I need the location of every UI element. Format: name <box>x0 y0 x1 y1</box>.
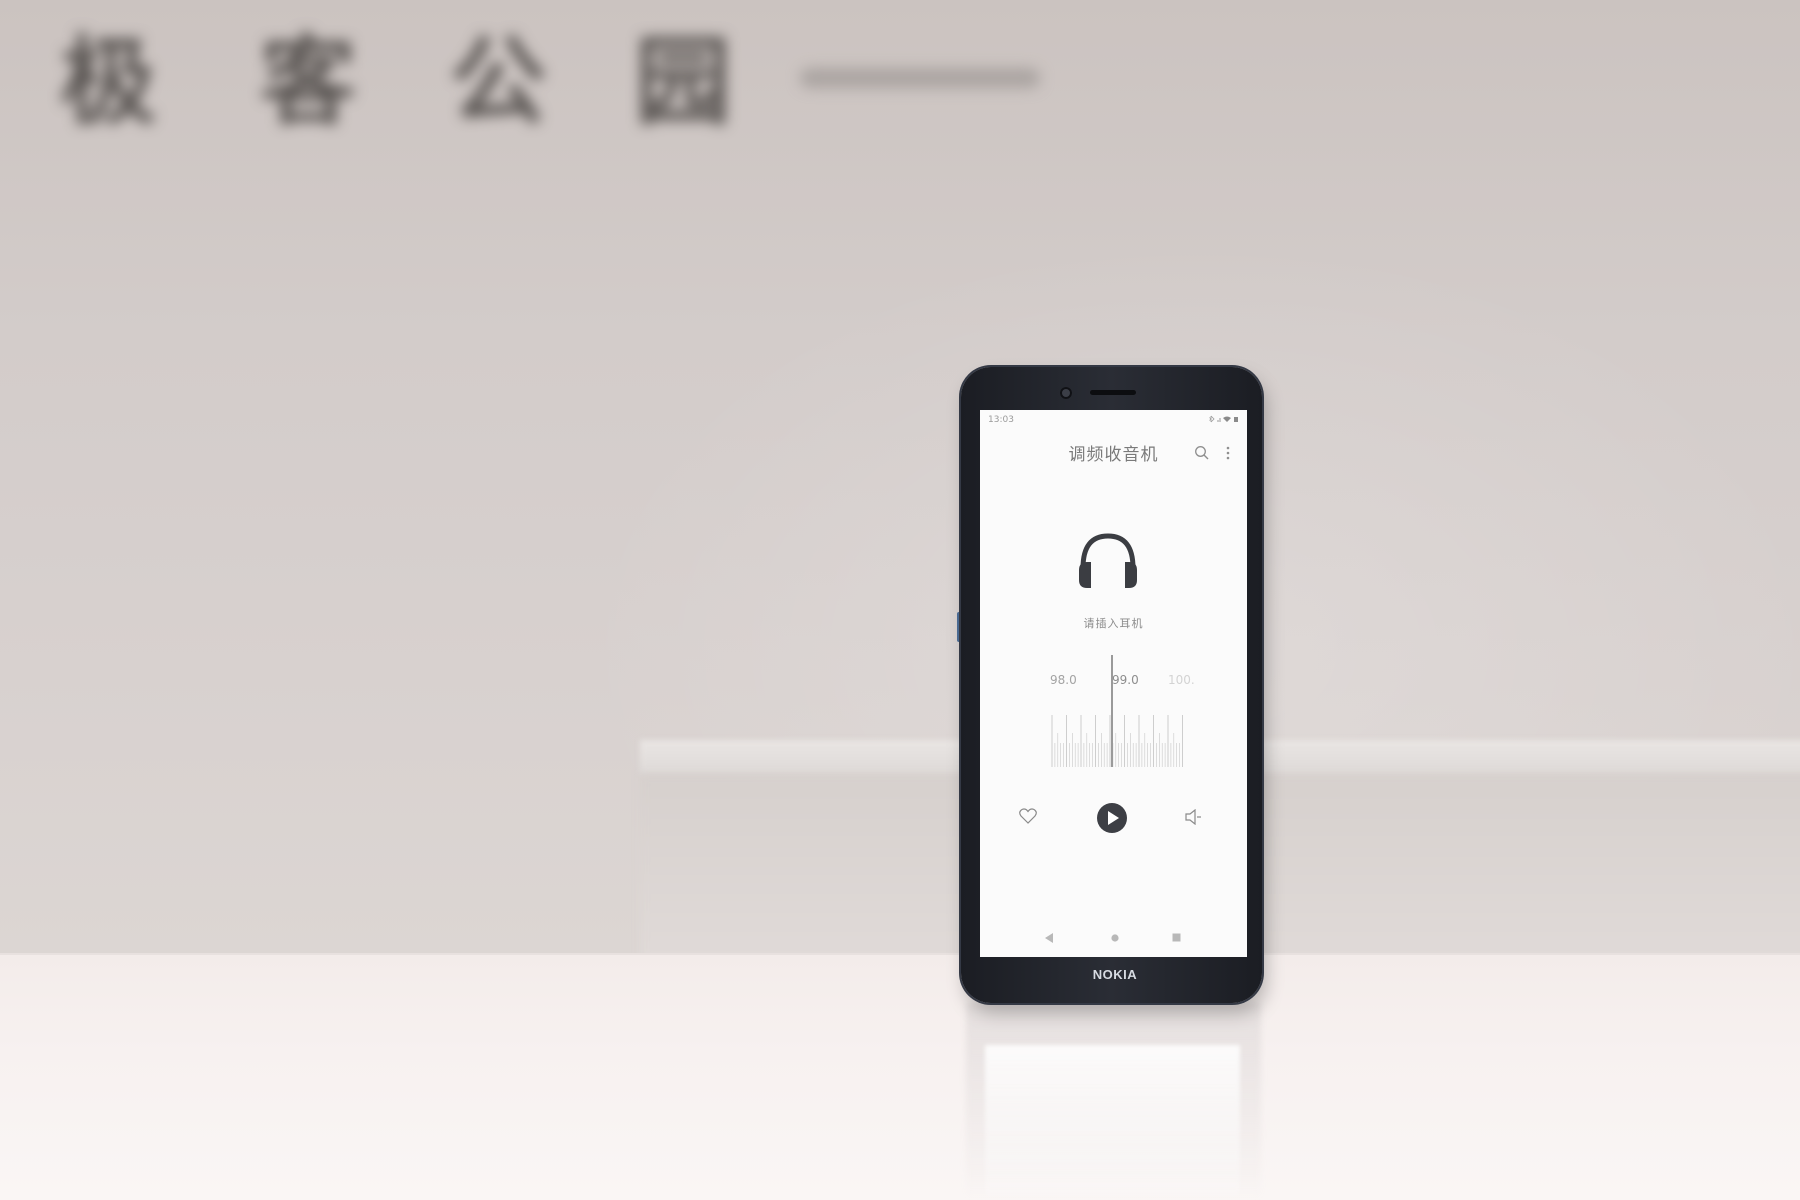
sign-char-1: 极 <box>60 26 156 138</box>
sign-char-4: 园 <box>635 26 731 138</box>
insert-headphones-hint: 请插入耳机 <box>1083 617 1144 630</box>
sign-char-2: 客 <box>260 26 356 138</box>
battery-icon <box>1234 417 1238 422</box>
tuner-needle[interactable] <box>1111 655 1113 767</box>
signal-icon <box>1217 418 1221 422</box>
photo-scene: 极 客 公 园 NOKIA 13:03 调频收音机 请插入耳机 98.0 99.… <box>0 0 1800 1200</box>
sign-char-3: 公 <box>450 26 546 138</box>
screen-reflection <box>985 1045 1240 1195</box>
more-vertical-icon[interactable] <box>1225 445 1231 461</box>
home-icon[interactable] <box>1111 934 1119 942</box>
bluetooth-icon <box>1209 415 1215 423</box>
table-surface <box>0 955 1800 1200</box>
status-icons <box>1209 415 1239 423</box>
back-icon[interactable] <box>1044 932 1054 944</box>
frequency-label: 98.0 <box>1050 673 1077 687</box>
sign-line <box>800 68 1040 88</box>
frequency-label: 100. <box>1168 673 1195 687</box>
heart-icon[interactable] <box>1019 808 1037 824</box>
phone-brand-logo: NOKIA <box>1092 967 1138 982</box>
front-camera <box>1060 387 1072 399</box>
tuner-scale <box>1051 715 1183 767</box>
frequency-label-current: 99.0 <box>1112 673 1139 687</box>
play-icon[interactable] <box>1096 802 1128 834</box>
headphones-icon <box>1079 533 1137 588</box>
phone-screen: 13:03 调频收音机 请插入耳机 98.0 99.0 100. <box>980 410 1247 957</box>
frequency-tuner[interactable]: 98.0 99.0 100. <box>1050 655 1195 775</box>
speaker-icon[interactable] <box>1184 809 1202 825</box>
wifi-icon <box>1223 416 1231 422</box>
recents-icon[interactable] <box>1172 933 1181 942</box>
search-icon[interactable] <box>1194 445 1210 461</box>
blurred-wall-sign: 极 客 公 园 <box>50 0 1050 138</box>
earpiece <box>1090 390 1136 395</box>
status-time: 13:03 <box>988 415 1014 425</box>
